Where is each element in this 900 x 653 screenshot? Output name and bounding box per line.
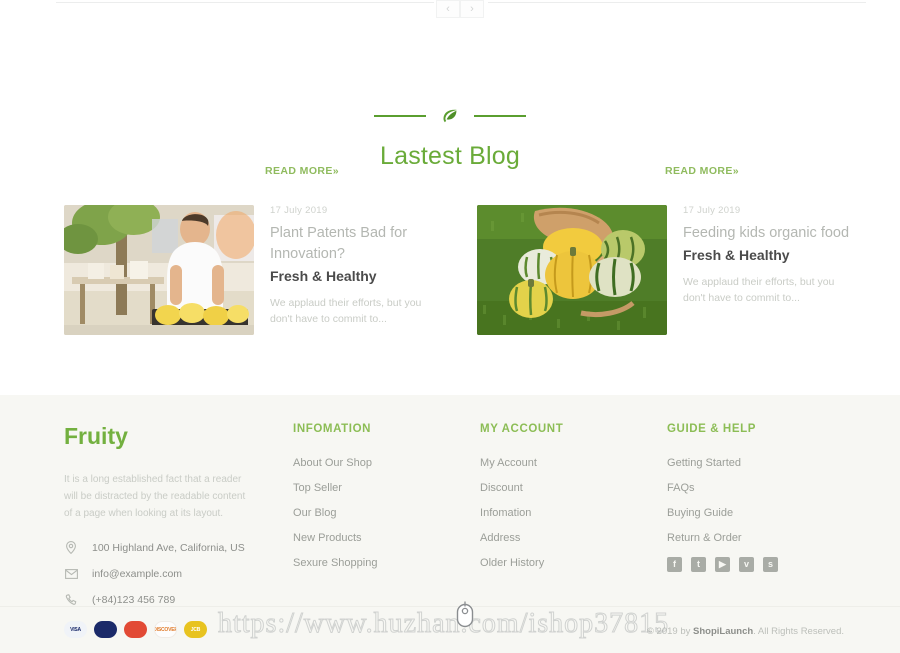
footer-brand-column: Fruity It is a long established fact tha…: [64, 423, 293, 620]
footer-column-heading: INFOMATION: [293, 423, 372, 435]
footer-link-infomation[interactable]: Infomation: [480, 507, 667, 519]
blog-post-thumbnail[interactable]: [64, 205, 254, 335]
footer-link-my-account[interactable]: My Account: [480, 457, 667, 469]
blog-post-excerpt: We applaud their efforts, but you don't …: [270, 297, 422, 325]
blog-post-body: 17 July 2019 Feeding kids organic food F…: [683, 205, 853, 335]
divider-line-left: [56, 2, 434, 3]
blog-post-thumbnail[interactable]: [477, 205, 667, 335]
footer-link-faqs[interactable]: FAQs: [667, 482, 854, 494]
facebook-icon[interactable]: f: [667, 557, 683, 572]
contact-email-text: info@example.com: [92, 568, 183, 580]
visa-icon: VISA: [64, 621, 87, 638]
blog-post-item[interactable]: 17 July 2019 Plant Patents Bad for Innov…: [64, 205, 440, 335]
skype-icon[interactable]: s: [763, 557, 779, 572]
blog-post-subheading: Fresh & Healthy: [683, 247, 790, 263]
latest-blog-section: Lastest Blog 17 July 2019 Plant Patents …: [0, 22, 900, 395]
carousel-strip: ‹ ›: [0, 0, 900, 22]
footer-link-top-seller[interactable]: Top Seller: [293, 482, 480, 494]
section-divider: [0, 108, 900, 124]
footer-bottom-bar: VISA DISCOVER JCB © 2019 by ShopiLaunch.…: [0, 606, 900, 653]
blog-post-item[interactable]: 17 July 2019 Feeding kids organic food F…: [477, 205, 853, 335]
copyright-brand: ShopiLaunch: [693, 626, 754, 637]
blog-post-excerpt: We applaud their efforts, but you don't …: [683, 276, 835, 304]
envelope-icon: [64, 569, 78, 579]
footer-link-address[interactable]: Address: [480, 532, 667, 544]
divider-line-right: [488, 2, 866, 3]
contact-address-text: 100 Highland Ave, California, US: [92, 541, 245, 554]
footer-column-guide-help: GUIDE & HELP Getting Started FAQs Buying…: [667, 423, 854, 620]
divider-line: [374, 115, 426, 117]
discover-icon: DISCOVER: [154, 621, 177, 638]
footer-description: It is a long established fact that a rea…: [64, 474, 246, 519]
divider-line: [474, 115, 526, 117]
payment-methods: VISA DISCOVER JCB: [64, 621, 207, 638]
footer-link-sexure-shopping[interactable]: Sexure Shopping: [293, 557, 480, 569]
footer-link-new-products[interactable]: New Products: [293, 532, 480, 544]
footer-link-about-our-shop[interactable]: About Our Shop: [293, 457, 480, 469]
footer-link-our-blog[interactable]: Our Blog: [293, 507, 480, 519]
phone-icon: [64, 594, 78, 606]
footer-columns: Fruity It is a long established fact tha…: [64, 423, 854, 620]
contact-address: 100 Highland Ave, California, US: [64, 541, 293, 554]
contact-phone-text: (+84)123 456 789: [92, 594, 176, 606]
mastercard-icon: [124, 621, 147, 638]
contact-email: info@example.com: [64, 568, 293, 580]
location-pin-icon: [64, 541, 78, 554]
footer-column-heading: GUIDE & HELP: [667, 423, 757, 435]
carousel-next-button[interactable]: ›: [460, 0, 484, 18]
contact-phone: (+84)123 456 789: [64, 594, 293, 606]
footer-link-older-history[interactable]: Older History: [480, 557, 667, 569]
youtube-icon[interactable]: ▶: [715, 557, 731, 572]
footer-link-discount[interactable]: Discount: [480, 482, 667, 494]
blog-post-date: 17 July 2019: [270, 205, 328, 216]
footer-column-my-account: MY ACCOUNT My Account Discount Infomatio…: [480, 423, 667, 620]
copyright-prefix: © 2019 by: [646, 626, 693, 637]
carousel-nav: ‹ ›: [434, 0, 486, 18]
jcb-icon: JCB: [184, 621, 207, 638]
read-more-link[interactable]: READ MORE»: [265, 165, 339, 177]
read-more-link[interactable]: READ MORE»: [665, 165, 739, 177]
footer-link-buying-guide[interactable]: Buying Guide: [667, 507, 854, 519]
vimeo-icon[interactable]: v: [739, 557, 755, 572]
footer-column-infomation: INFOMATION About Our Shop Top Seller Our…: [293, 423, 480, 620]
footer-link-getting-started[interactable]: Getting Started: [667, 457, 854, 469]
footer-logo[interactable]: Fruity: [64, 423, 293, 450]
maestro-icon: [94, 621, 117, 638]
blog-post-list: 17 July 2019 Plant Patents Bad for Innov…: [64, 205, 854, 335]
footer-column-heading: MY ACCOUNT: [480, 423, 564, 435]
page-title: Lastest Blog: [380, 142, 520, 170]
carousel-prev-button[interactable]: ‹: [436, 0, 460, 18]
blog-post-date: 17 July 2019: [683, 205, 741, 216]
blog-post-heading: Plant Patents Bad for Innovation?: [270, 225, 408, 262]
social-links: f t ▶ v s: [667, 557, 854, 572]
copyright-text: © 2019 by ShopiLaunch. All Rights Reserv…: [647, 626, 844, 637]
footer-link-return-order[interactable]: Return & Order: [667, 532, 854, 544]
blog-post-subheading: Fresh & Healthy: [270, 268, 377, 284]
leaf-icon: [440, 108, 460, 124]
copyright-suffix: . All Rights Reserved.: [753, 626, 844, 637]
blog-post-body: 17 July 2019 Plant Patents Bad for Innov…: [270, 205, 440, 335]
blog-post-heading: Feeding kids organic food: [683, 225, 850, 241]
twitter-icon[interactable]: t: [691, 557, 707, 572]
